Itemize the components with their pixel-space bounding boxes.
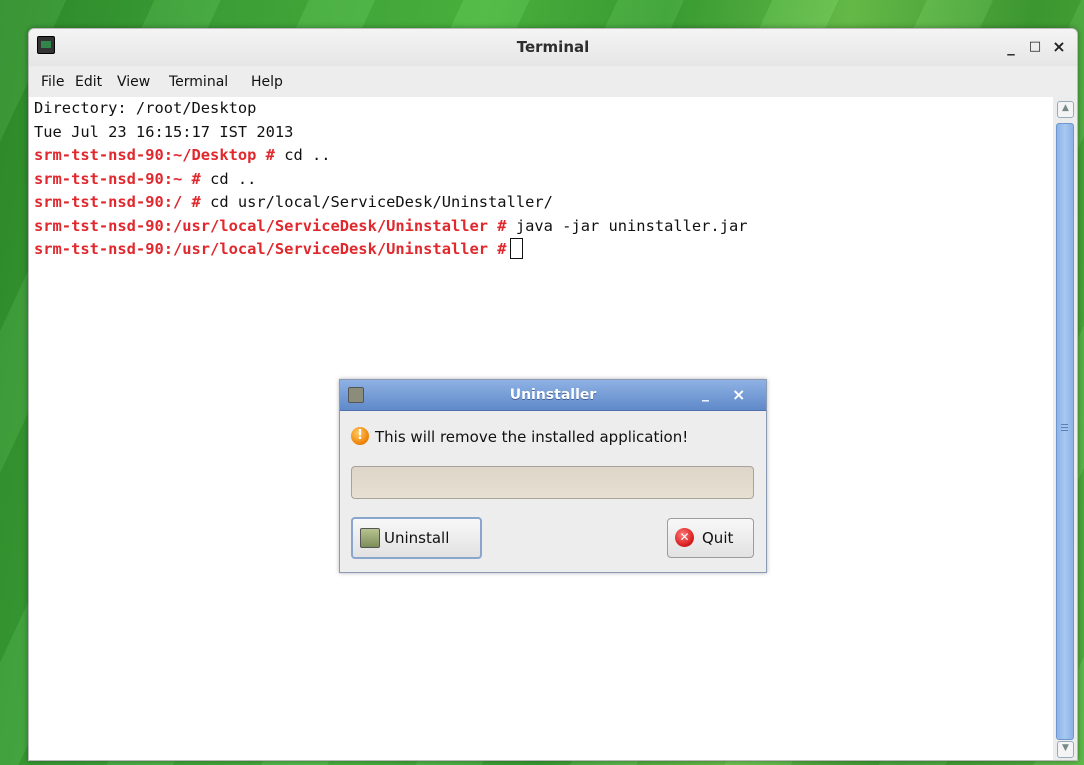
terminal-line: srm-tst-nsd-90:~/Desktop # cd .. (34, 144, 331, 168)
quit-icon: ✕ (675, 528, 694, 547)
shell-prompt: srm-tst-nsd-90:/ # (34, 193, 201, 211)
dialog-message: This will remove the installed applicati… (375, 428, 689, 446)
vertical-scrollbar[interactable]: ▲ ▼ (1054, 97, 1076, 760)
shell-prompt: srm-tst-nsd-90:~ # (34, 169, 201, 188)
text-cursor (509, 238, 523, 259)
trash-icon (360, 528, 380, 548)
terminal-line: srm-tst-nsd-90:/usr/local/ServiceDesk/Un… (34, 215, 748, 239)
dialog-titlebar[interactable]: Uninstaller _ × (340, 380, 766, 411)
command-text: cd usr/local/ServiceDesk/Uninstaller/ (200, 193, 553, 211)
shell-prompt: srm-tst-nsd-90:/usr/local/ServiceDesk/Un… (34, 216, 507, 235)
menu-terminal[interactable]: Terminal (169, 74, 228, 90)
uninstall-button[interactable]: Uninstall (351, 517, 482, 559)
menu-file[interactable]: File (41, 74, 64, 90)
dialog-minimize-button[interactable]: _ (702, 386, 709, 402)
uninstall-button-label: Uninstall (384, 529, 450, 547)
menu-edit[interactable]: Edit (75, 74, 102, 90)
warning-icon: ! (351, 427, 369, 445)
dialog-close-button[interactable]: × (732, 385, 745, 404)
minimize-button[interactable]: _ (1001, 37, 1021, 57)
shell-prompt: srm-tst-nsd-90:~/Desktop # (34, 146, 275, 164)
terminal-line: Directory: /root/Desktop (34, 97, 256, 121)
menu-help[interactable]: Help (251, 74, 283, 90)
grip-icon (1061, 424, 1068, 433)
progress-bar (351, 466, 754, 499)
menu-view[interactable]: View (117, 74, 150, 90)
close-button[interactable]: × (1049, 37, 1069, 57)
maximize-button[interactable]: □ (1025, 37, 1045, 57)
quit-button[interactable]: ✕ Quit (667, 518, 754, 558)
terminal-line: srm-tst-nsd-90:~ # cd .. (34, 168, 256, 192)
command-text: cd .. (200, 169, 257, 188)
shell-prompt: srm-tst-nsd-90:/usr/local/ServiceDesk/Un… (34, 240, 507, 258)
line-text: Tue Jul 23 16:15:17 IST 2013 (34, 122, 294, 141)
scroll-up-arrow-icon[interactable]: ▲ (1057, 101, 1074, 118)
command-text: java -jar uninstaller.jar (506, 216, 748, 235)
scrollbar-thumb[interactable] (1056, 123, 1074, 740)
quit-button-label: Quit (702, 529, 734, 547)
line-text: Directory: /root/Desktop (34, 99, 257, 117)
scroll-down-arrow-icon[interactable]: ▼ (1057, 741, 1074, 758)
uninstaller-dialog: Uninstaller _ × ! This will remove the i… (339, 379, 767, 573)
window-titlebar[interactable]: Terminal _ □ × (29, 29, 1077, 66)
window-title: Terminal (516, 38, 590, 56)
menu-bar: File Edit View Terminal Help (29, 66, 1077, 96)
command-text: cd .. (274, 146, 331, 164)
terminal-line: Tue Jul 23 16:15:17 IST 2013 (34, 121, 293, 145)
terminal-line: srm-tst-nsd-90:/ # cd usr/local/ServiceD… (34, 191, 553, 215)
terminal-line: srm-tst-nsd-90:/usr/local/ServiceDesk/Un… (34, 238, 523, 262)
